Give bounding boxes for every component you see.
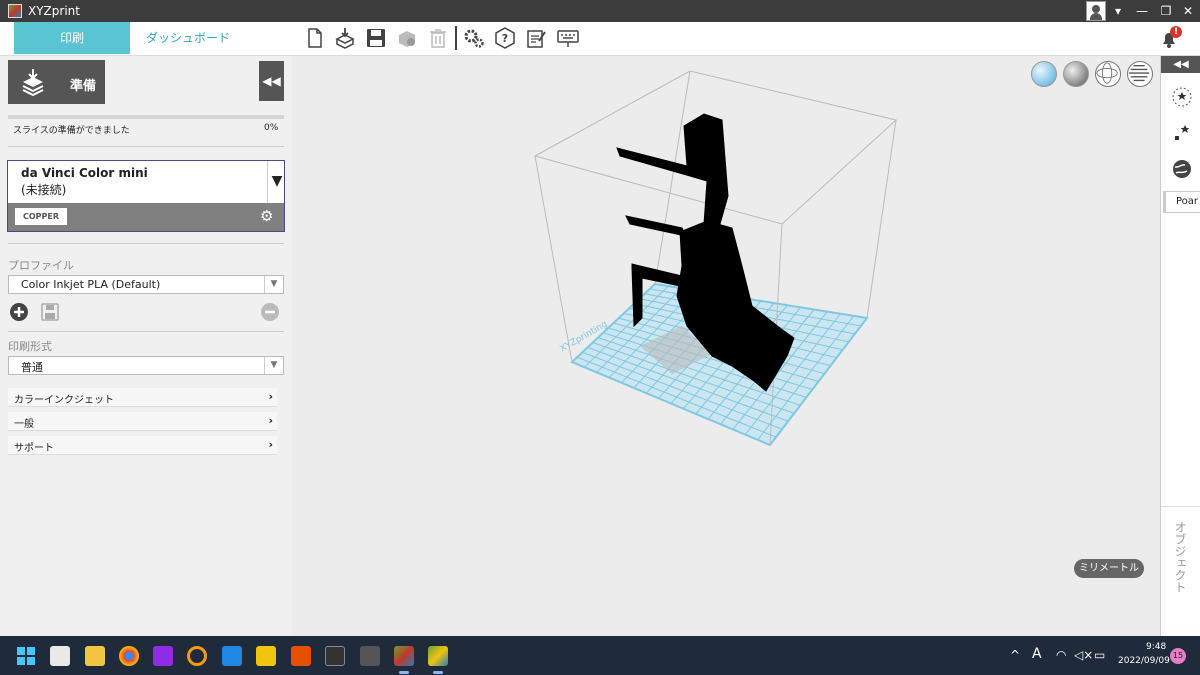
printer-dropdown-icon[interactable]: ▼ <box>267 161 286 203</box>
printer-status: (未接続) <box>21 183 67 197</box>
terminal-icon[interactable] <box>325 646 345 666</box>
solid-view-icon[interactable] <box>1063 61 1089 87</box>
dropdown-icon[interactable]: ▾ <box>1108 3 1128 19</box>
print-mode-select[interactable]: 普通 ▼ <box>8 356 284 375</box>
clock-date[interactable]: 2022/09/09 <box>1118 656 1170 666</box>
prepare-label: 準備 <box>70 79 97 94</box>
app-ring-icon[interactable] <box>187 646 207 666</box>
chevron-right-icon: › <box>268 414 273 427</box>
svg-text:?: ? <box>502 32 508 45</box>
chevron-right-icon: › <box>268 438 273 451</box>
typora-icon[interactable] <box>256 646 276 666</box>
printer-settings-gear-icon[interactable]: ⚙ <box>260 208 276 224</box>
restore-button[interactable]: ❐ <box>1156 3 1176 19</box>
clock-time[interactable]: 9:48 <box>1146 642 1166 652</box>
chevron-down-icon: ▼ <box>264 276 283 293</box>
objects-panel[interactable]: オブジェクト <box>1161 506 1200 636</box>
taskbar: ^ A ◠ ◁× ▭ 9:48 2022/09/09 15 <box>0 636 1200 675</box>
ime-indicator[interactable]: A <box>1032 646 1042 662</box>
printer-selector[interactable]: da Vinci Color mini (未接続) ▼ COPPER ⚙ <box>7 160 285 232</box>
auto-arrange-icon[interactable] <box>1171 122 1193 144</box>
app-icon <box>8 4 22 18</box>
collapse-left-panel-button[interactable]: ◀◀ <box>259 61 284 101</box>
profile-value: Color Inkjet PLA (Default) <box>21 278 161 291</box>
window-switch-icon[interactable] <box>360 646 380 666</box>
keyboard-icon[interactable] <box>557 27 579 49</box>
build-volume-scene: XYZprinting <box>533 70 898 447</box>
tab-print[interactable]: 印刷 <box>14 22 130 54</box>
import-icon[interactable] <box>334 27 356 49</box>
title-bar: XYZprint ▾ — ❐ ✕ <box>0 0 1200 22</box>
remove-profile-icon[interactable] <box>261 303 279 321</box>
vscode-icon[interactable] <box>222 646 242 666</box>
right-panel: ◀◀ Poar オブジェクト <box>1160 56 1200 636</box>
section-general[interactable]: 一般 › <box>8 412 277 431</box>
unit-toggle-button[interactable]: ミリメートル <box>1074 559 1144 578</box>
store-icon[interactable] <box>50 646 70 666</box>
prepare-button[interactable]: 準備 <box>8 60 105 104</box>
left-panel: 準備 ◀◀ スライスの準備ができました 0% da Vinci Color mi… <box>0 56 292 636</box>
object-settings-icon[interactable] <box>396 27 418 49</box>
volume-icon[interactable]: ◁× <box>1074 648 1093 662</box>
battery-icon[interactable]: ▭ <box>1094 648 1105 662</box>
objects-label: オブジェクト <box>1173 521 1187 593</box>
tray-overflow-icon[interactable]: ^ <box>1010 648 1020 662</box>
material-badge[interactable]: COPPER <box>15 208 67 225</box>
section-color-inkjet[interactable]: カラーインクジェット › <box>8 388 277 407</box>
chevron-right-icon: › <box>268 390 273 403</box>
section-label: 一般 <box>14 419 34 430</box>
slice-icon <box>22 69 44 96</box>
app-orange-icon[interactable] <box>291 646 311 666</box>
window-title: XYZprint <box>28 4 80 18</box>
phpstorm-icon[interactable] <box>153 646 173 666</box>
user-icon[interactable] <box>1086 1 1106 21</box>
3d-viewport[interactable]: XYZprinting ミリメートル <box>292 56 1160 636</box>
notification-bell-icon[interactable]: ! <box>1158 26 1182 50</box>
new-file-icon[interactable] <box>304 27 326 49</box>
slice-progress-bar <box>8 115 284 119</box>
tab-dashboard[interactable]: ダッシュボード <box>130 22 246 54</box>
print-mode-value: 普通 <box>21 361 43 374</box>
xyzprint-window-icon[interactable] <box>428 646 448 674</box>
xyzprint-taskbar-icon[interactable] <box>394 646 414 674</box>
file-explorer-icon[interactable] <box>85 646 105 666</box>
color-view-icon[interactable] <box>1031 61 1057 87</box>
notification-badge: ! <box>1170 26 1182 38</box>
notes-icon[interactable] <box>525 27 547 49</box>
chrome-icon[interactable] <box>119 646 139 666</box>
poar-tab[interactable]: Poar <box>1163 191 1200 213</box>
globe-settings-icon[interactable] <box>1171 158 1193 180</box>
wifi-icon[interactable]: ◠ <box>1056 648 1066 662</box>
settings-icon[interactable] <box>463 27 485 49</box>
profile-select[interactable]: Color Inkjet PLA (Default) ▼ <box>8 275 284 294</box>
profile-label: プロファイル <box>8 259 74 272</box>
chevron-down-icon: ▼ <box>264 357 283 374</box>
section-label: サポート <box>14 443 54 454</box>
minimize-button[interactable]: — <box>1132 3 1152 19</box>
add-profile-icon[interactable] <box>10 303 28 321</box>
section-support[interactable]: サポート › <box>8 436 277 455</box>
move-object-icon[interactable] <box>1171 86 1193 108</box>
divider <box>8 331 284 332</box>
layer-view-icon[interactable] <box>1127 61 1153 87</box>
printer-material-bar: COPPER ⚙ <box>8 203 284 231</box>
notification-count-badge[interactable]: 15 <box>1170 648 1186 664</box>
close-button[interactable]: ✕ <box>1178 3 1198 19</box>
start-icon[interactable] <box>16 646 36 666</box>
progress-status-text: スライスの準備ができました <box>13 126 130 136</box>
section-label: カラーインクジェット <box>14 395 114 406</box>
trash-icon[interactable] <box>427 27 449 49</box>
progress-percent: 0% <box>264 123 279 133</box>
save-icon[interactable] <box>365 27 387 49</box>
printer-name: da Vinci Color mini <box>21 166 148 180</box>
top-toolbar: 印刷 ダッシュボード ? ! <box>0 22 1200 56</box>
divider <box>8 146 284 147</box>
collapse-right-panel-button[interactable]: ◀◀ <box>1161 56 1200 73</box>
save-profile-icon[interactable] <box>41 303 59 321</box>
divider <box>8 243 284 244</box>
print-mode-label: 印刷形式 <box>8 340 52 353</box>
toolbar-separator <box>455 26 457 50</box>
help-icon[interactable]: ? <box>494 27 516 49</box>
wireframe-view-icon[interactable] <box>1095 61 1121 87</box>
